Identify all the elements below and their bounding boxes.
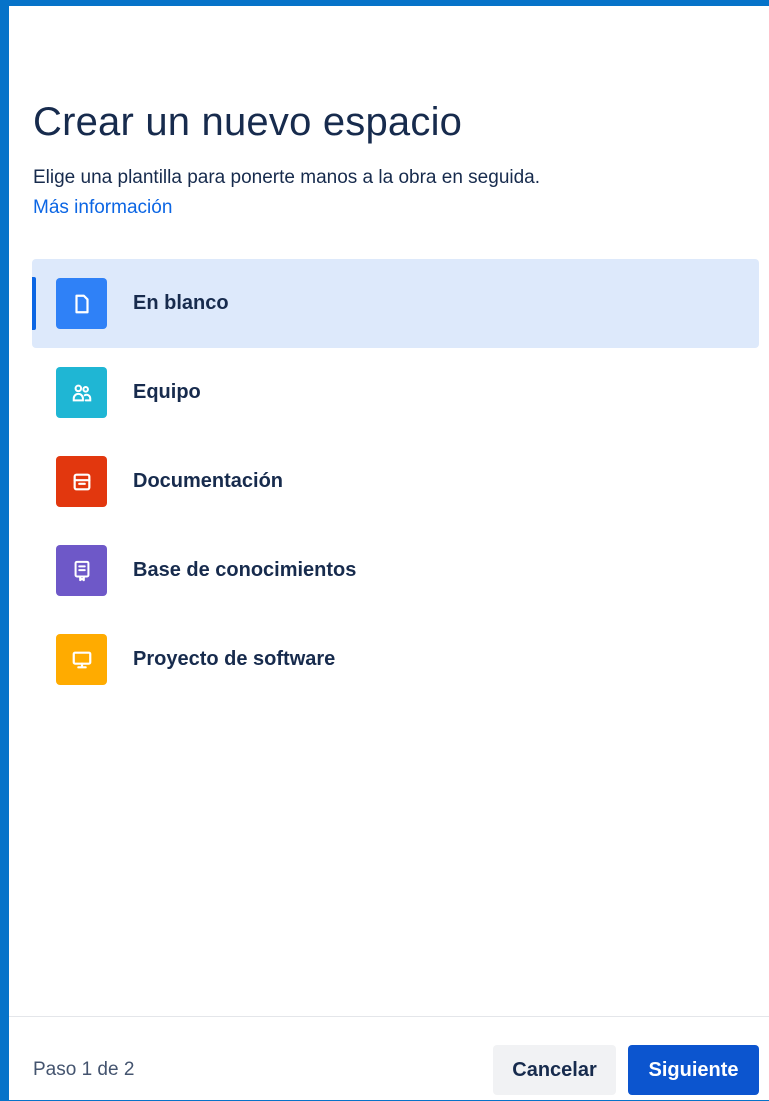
cancel-button[interactable]: Cancelar [493,1045,616,1095]
template-item-knowledge-base[interactable]: Base de conocimientos [32,526,759,615]
create-space-dialog: Crear un nuevo espacio Elige una plantil… [9,6,769,1100]
template-list: En blanco Equipo Documentación Base de c… [32,259,759,704]
team-tile [56,367,107,418]
template-item-team[interactable]: Equipo [32,348,759,437]
dialog-subtitle: Elige una plantilla para ponerte manos a… [33,167,541,188]
dialog-footer: Paso 1 de 2 Cancelar Siguiente [9,1016,769,1101]
people-icon [72,384,91,401]
template-item-software-project[interactable]: Proyecto de software [32,615,759,704]
knowledge-base-tile [56,545,107,596]
template-label: Proyecto de software [133,648,336,670]
template-item-documentation[interactable]: Documentación [32,437,759,526]
documentation-tile [56,456,107,507]
template-label: En blanco [133,292,229,314]
software-project-tile [56,634,107,685]
monitor-icon [72,651,91,668]
template-label: Documentación [133,470,284,492]
blank-tile [56,278,107,329]
step-indicator: Paso 1 de 2 [33,1059,135,1080]
book-icon [74,560,89,581]
dialog-title: Crear un nuevo espacio [33,100,463,144]
next-button[interactable]: Siguiente [628,1045,759,1095]
more-info-link[interactable]: Más información [33,196,172,220]
template-label: Equipo [133,381,201,403]
template-item-blank[interactable]: En blanco [32,259,759,348]
template-label: Base de conocimientos [133,559,357,581]
page-icon [74,294,89,313]
archive-icon [73,473,90,490]
